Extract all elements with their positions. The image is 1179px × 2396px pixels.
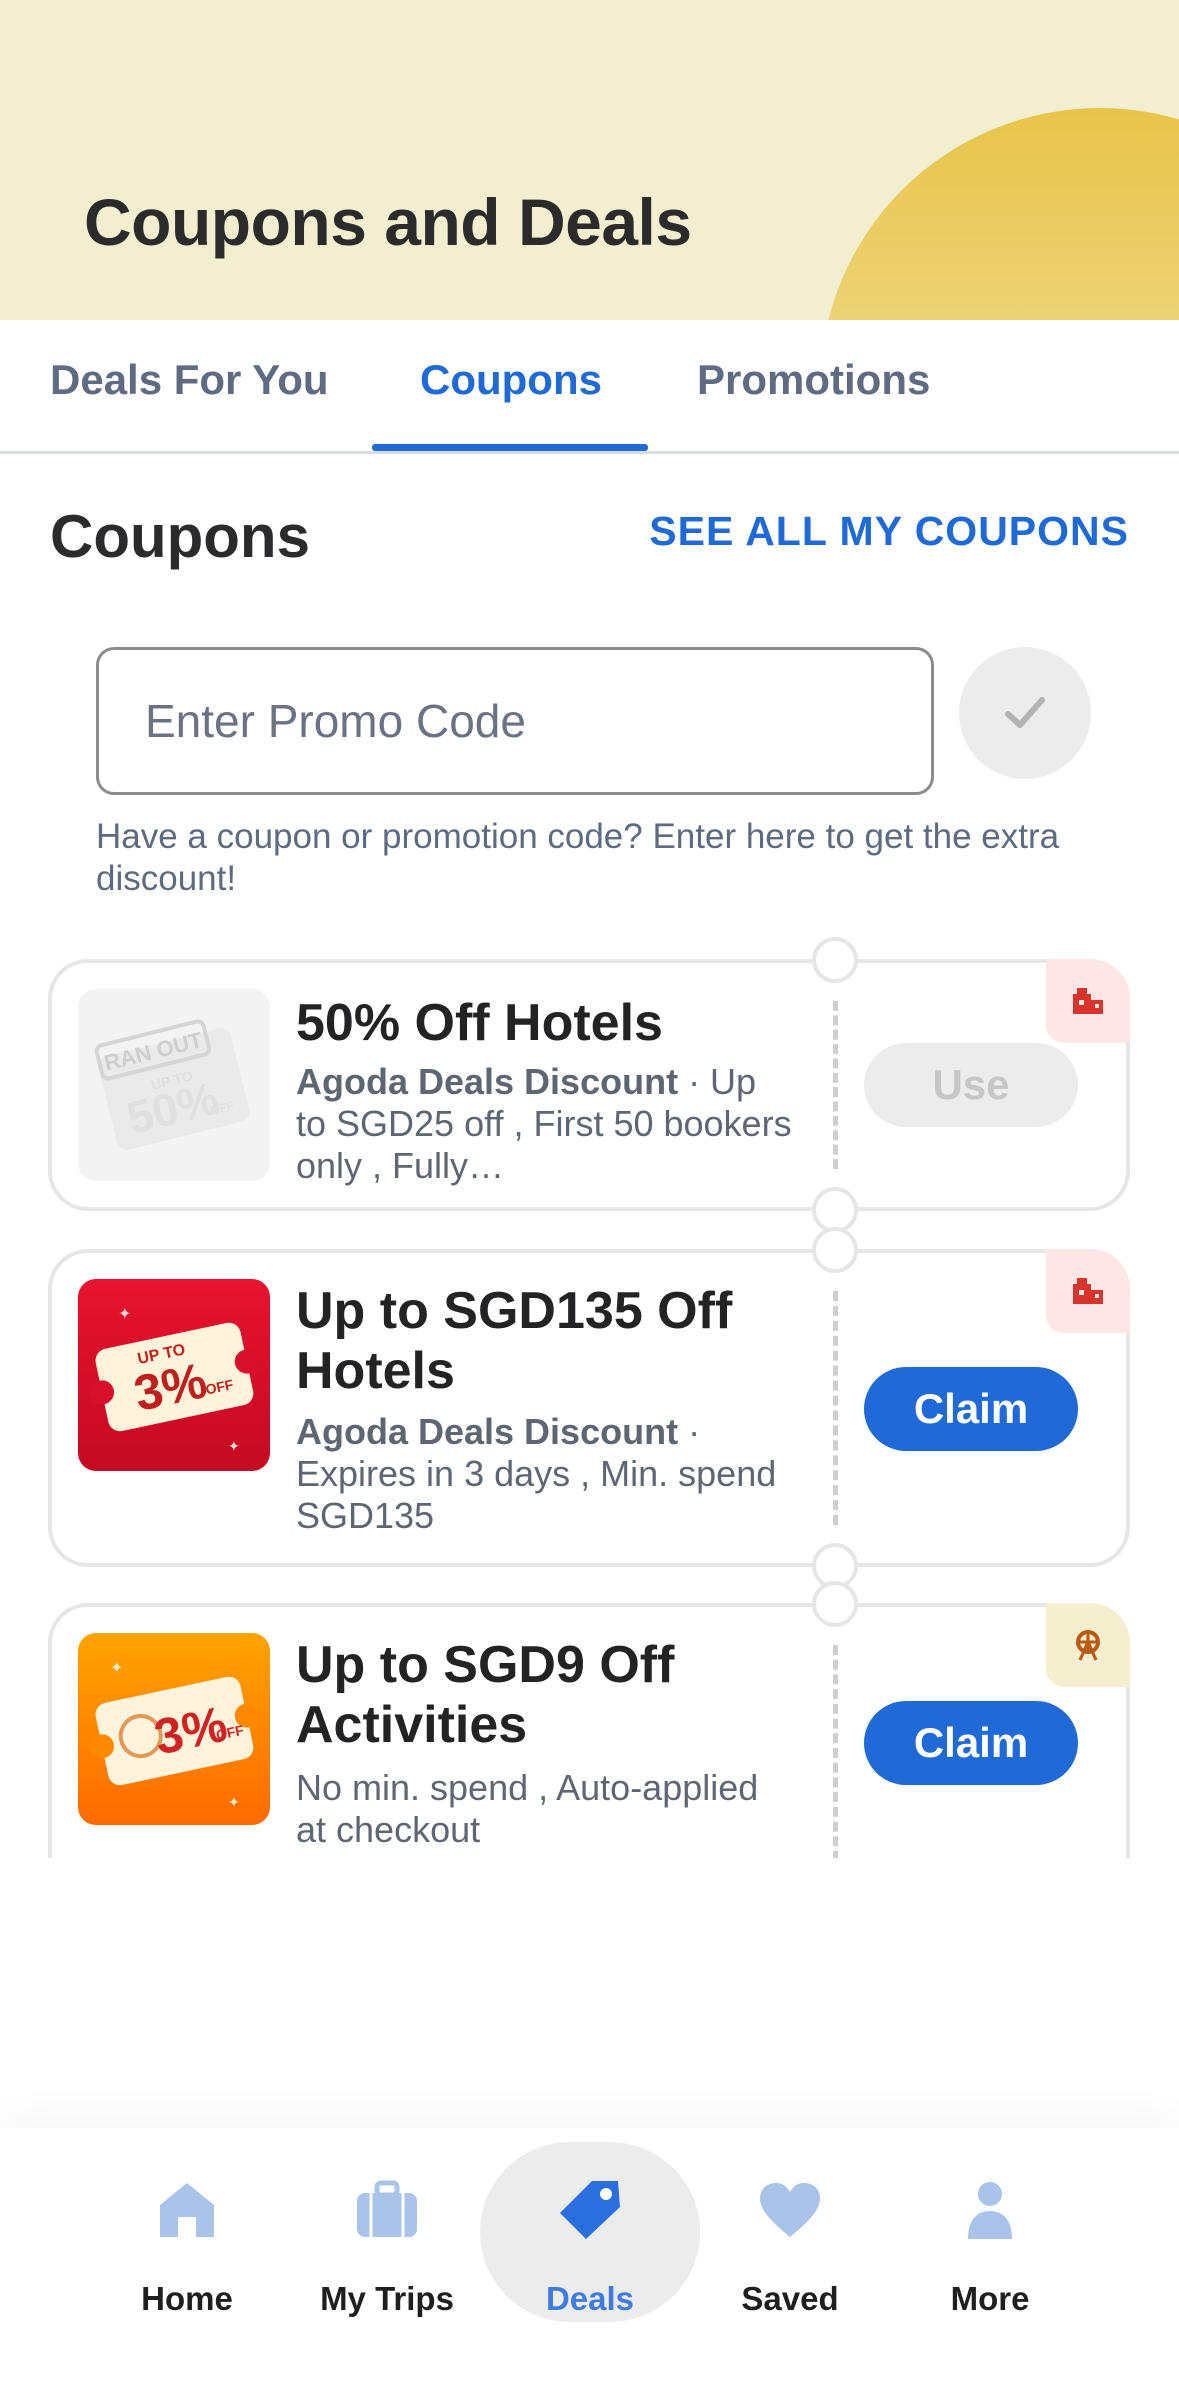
bottom-navigation: Home My Trips Deals Saved More (0, 2128, 1179, 2396)
activity-category-badge (1046, 1603, 1130, 1687)
hotel-category-badge (1046, 1249, 1130, 1333)
coupon-thumbnail: 3% OFF ✦ ✦ (78, 1633, 270, 1825)
nav-deals[interactable]: Deals (490, 2160, 690, 2318)
page-title: Coupons and Deals (84, 185, 692, 259)
ran-out-coupon-icon: RAN OUT UP TO 50% OFF (94, 1019, 250, 1150)
nav-label: More (950, 2280, 1030, 2317)
ticket-notch (812, 937, 858, 983)
ticket-notch (812, 1581, 858, 1627)
hotel-icon (1073, 988, 1103, 1014)
nav-label: My Trips (320, 2280, 454, 2317)
coupon-title: Up to SGD135 Off Hotels (296, 1282, 733, 1400)
nav-label: Saved (741, 2280, 839, 2317)
claim-coupon-button[interactable]: Claim (864, 1701, 1078, 1785)
see-all-coupons-link[interactable]: SEE ALL MY COUPONS (649, 508, 1129, 555)
ticket-divider (833, 1645, 838, 1861)
tab-coupons[interactable]: Coupons (420, 356, 602, 454)
sparkle-icon: ✦ (110, 1660, 123, 1677)
sparkle-icon: ✦ (228, 1438, 240, 1454)
coupon-title: Up to SGD9 Off Activities (296, 1636, 675, 1754)
hotel-category-badge (1046, 959, 1130, 1043)
tab-promotions[interactable]: Promotions (697, 356, 930, 454)
nav-saved[interactable]: Saved (690, 2160, 890, 2318)
home-icon (160, 2183, 214, 2237)
checkmark-icon (1005, 697, 1045, 728)
activity-coupon-icon: 3% OFF ✦ ✦ (90, 1660, 259, 1810)
page-header: Coupons and Deals (0, 0, 1179, 320)
nav-my-trips[interactable]: My Trips (287, 2160, 487, 2318)
hotel-icon (1073, 1278, 1103, 1304)
promo-submit-button[interactable] (959, 647, 1091, 779)
person-icon (968, 2182, 1012, 2239)
coupon-details: No min. spend , Auto-applied at checkout (296, 1767, 759, 1850)
nav-home[interactable]: Home (87, 2160, 287, 2318)
list-clip-area (0, 1858, 1179, 1918)
promo-hint-text: Have a coupon or promotion code? Enter h… (96, 817, 1060, 898)
percent-coupon-icon: UP TO 3% OFF ✦ ✦ (90, 1306, 259, 1454)
suitcase-icon (357, 2180, 417, 2237)
coupon-thumbnail: RAN OUT UP TO 50% OFF (78, 989, 270, 1181)
header-sun-decoration (820, 108, 1179, 320)
coupon-description: No min. spend , Auto-applied at checkout (296, 1767, 796, 1851)
nav-label: Deals (545, 2280, 635, 2317)
sparkle-icon: ✦ (228, 1794, 240, 1810)
tab-deals-for-you[interactable]: Deals For You (50, 356, 329, 454)
nav-more[interactable]: More (890, 2160, 1090, 2318)
sparkle-icon: ✦ (118, 1306, 131, 1323)
use-coupon-button[interactable]: Use (864, 1043, 1078, 1127)
coupon-title: 50% Off Hotels (296, 994, 663, 1052)
tag-icon (560, 2181, 620, 2239)
ticket-notch (812, 1227, 858, 1273)
nav-label: Home (141, 2280, 233, 2317)
ferris-wheel-icon (1076, 1630, 1100, 1661)
coupon-description: Agoda Deals Discount · Expires in 3 days… (296, 1411, 796, 1537)
promo-code-input[interactable] (96, 647, 934, 795)
section-title: Coupons (50, 503, 310, 570)
claim-coupon-button[interactable]: Claim (864, 1367, 1078, 1451)
ticket-divider (833, 1291, 838, 1525)
coupon-description: Agoda Deals Discount · Up to SGD25 off ,… (296, 1061, 796, 1187)
coupon-thumbnail: UP TO 3% OFF ✦ ✦ (78, 1279, 270, 1471)
heart-icon (760, 2183, 820, 2237)
tab-bar: Deals For You Coupons Promotions (0, 320, 1179, 454)
coupon-card-50-off-hotels: RAN OUT UP TO 50% OFF 50% Off Hotels Ago… (48, 937, 1130, 1233)
coupon-provider: Agoda Deals Discount (296, 1061, 679, 1102)
coupon-provider: Agoda Deals Discount (296, 1411, 679, 1452)
active-tab-indicator (372, 444, 648, 451)
coupon-card-sgd135-off-hotels: UP TO 3% OFF ✦ ✦ Up to SGD135 Off Hotels… (48, 1227, 1130, 1589)
ticket-divider (833, 1001, 838, 1169)
